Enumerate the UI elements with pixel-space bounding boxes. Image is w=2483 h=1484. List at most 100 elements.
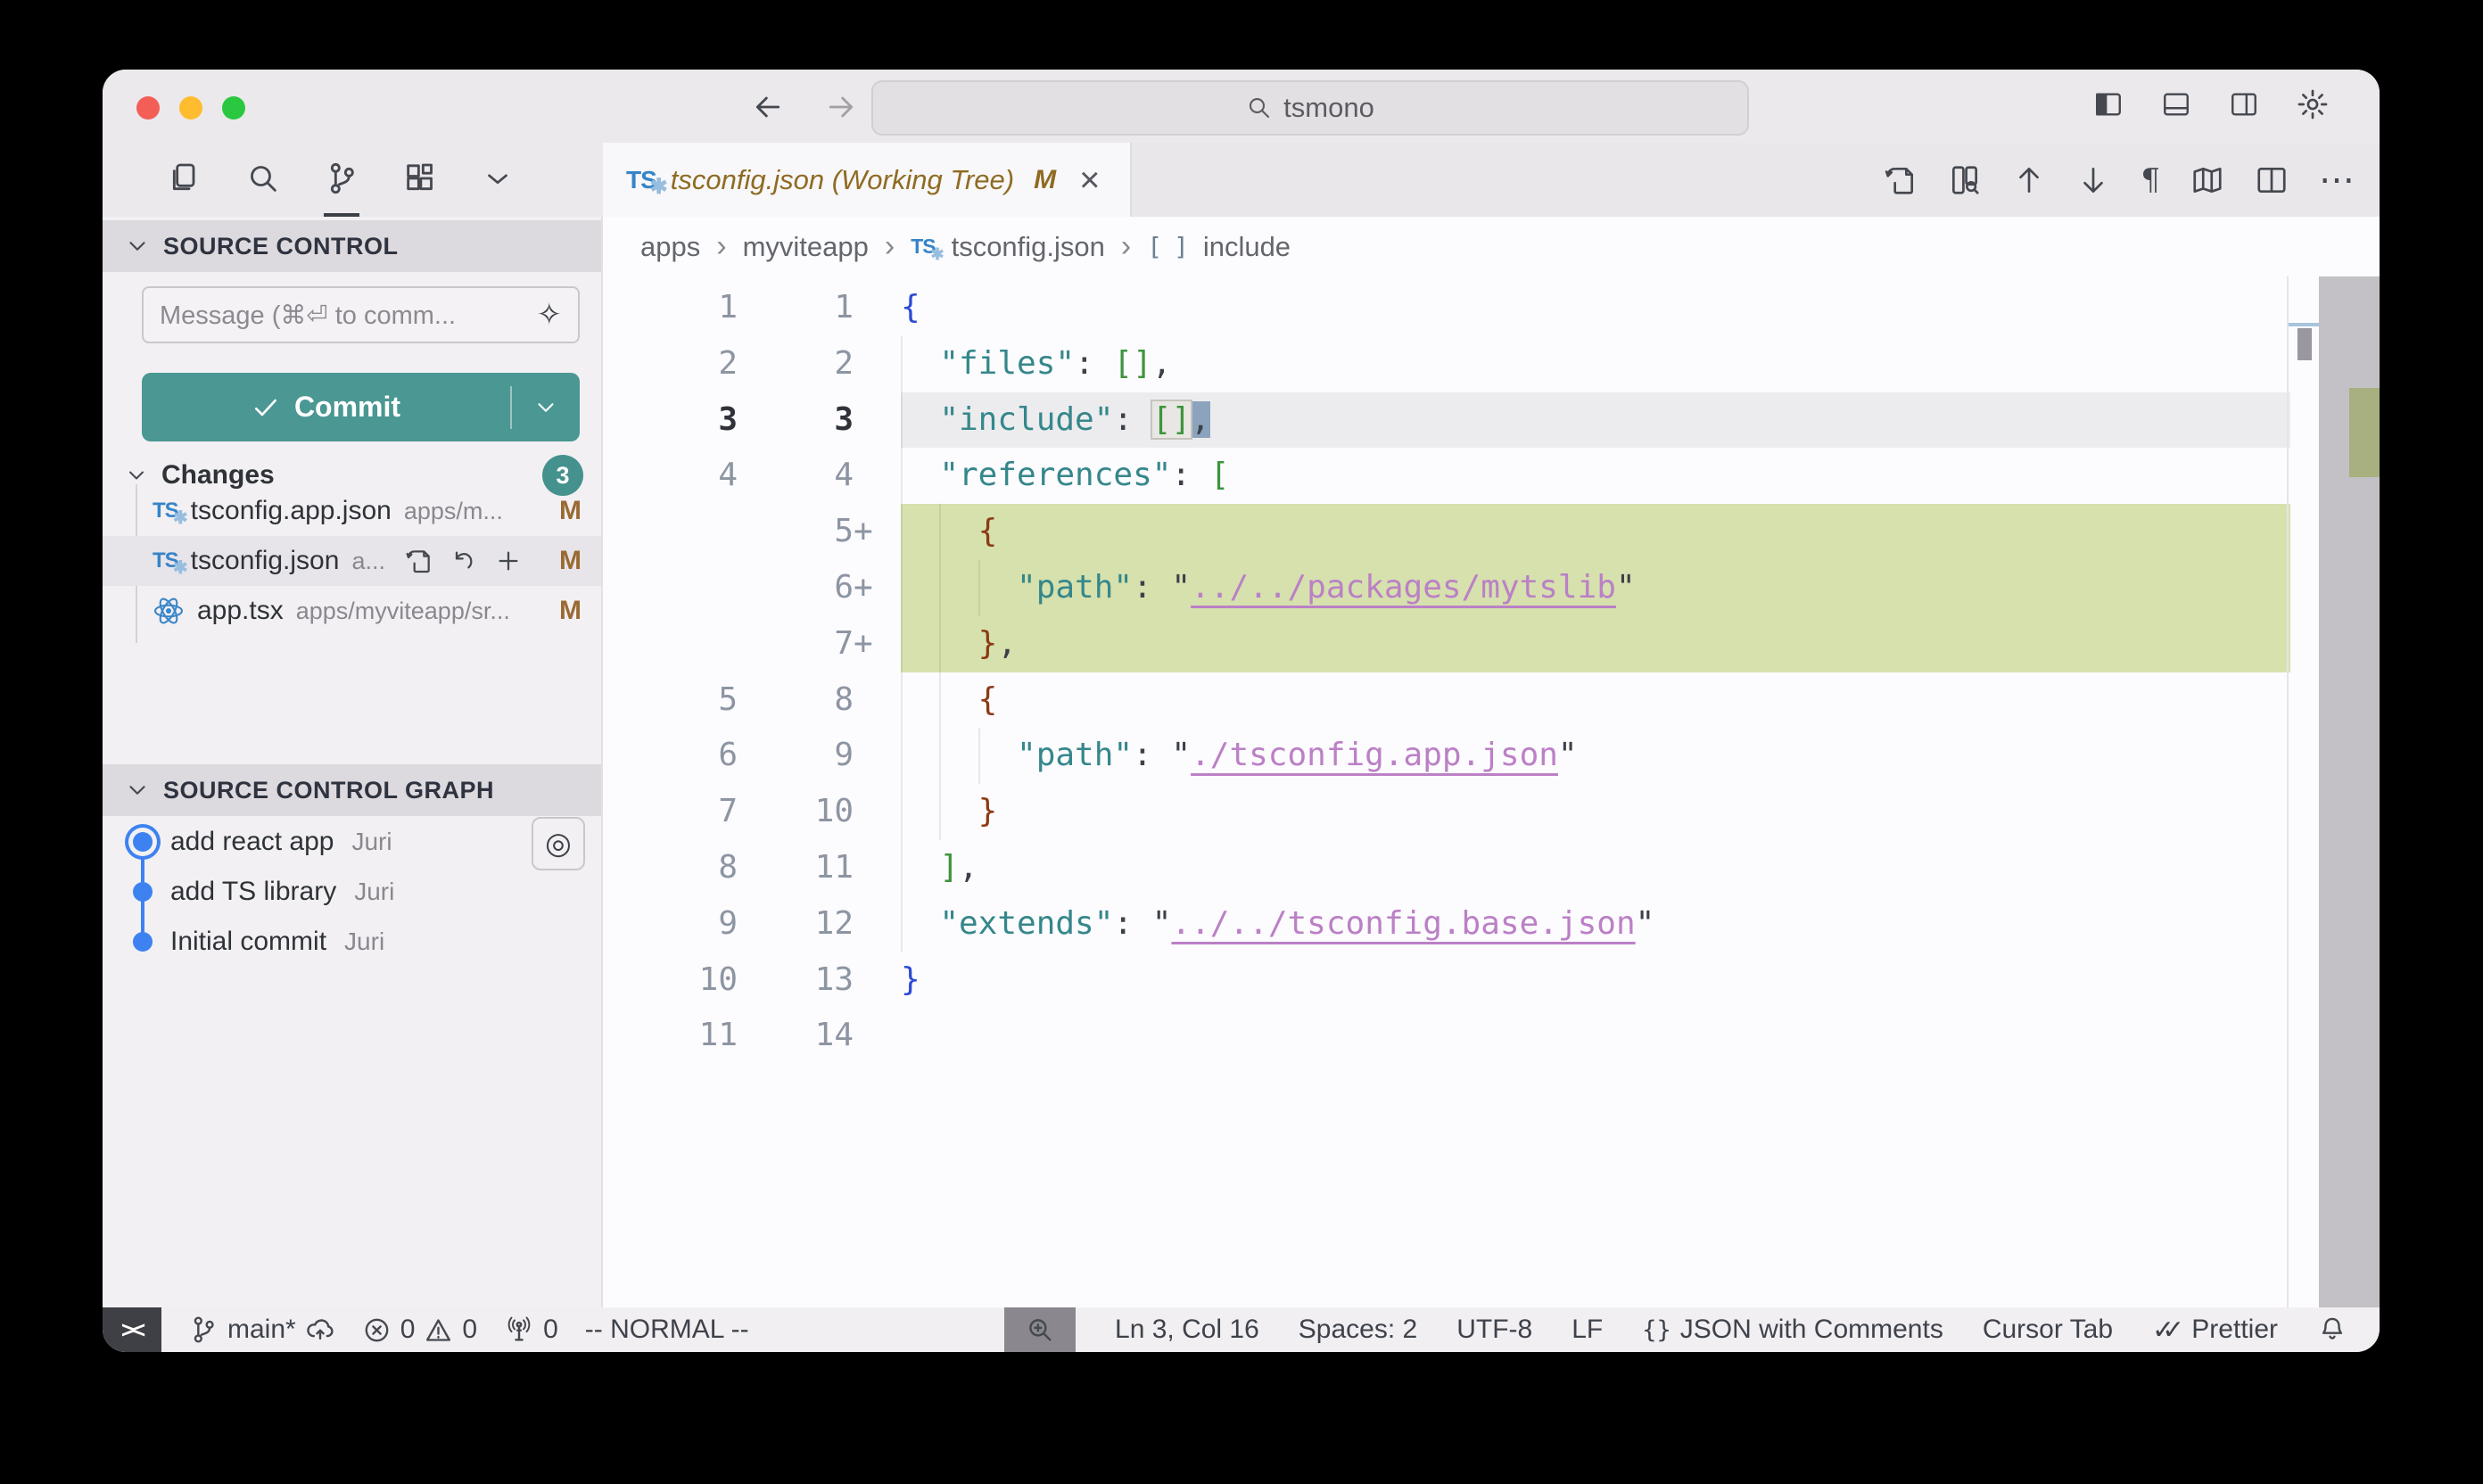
maximize-window-button[interactable] — [222, 96, 245, 120]
chevron-down-icon — [481, 161, 515, 195]
changed-file-tsconfig[interactable]: TS✱ tsconfig.json a... M — [103, 536, 601, 586]
code-line[interactable]: 6+"path": "../../packages/mytslib" — [603, 560, 2380, 616]
code-line[interactable]: 811], — [603, 840, 2380, 896]
code-line-content — [901, 1008, 2290, 1064]
split-editor-icon[interactable] — [2255, 163, 2289, 197]
indentation-item[interactable]: Spaces: 2 — [1299, 1315, 1417, 1345]
notifications-bell-icon[interactable] — [2317, 1315, 2347, 1345]
toggle-panel-icon[interactable] — [2160, 89, 2192, 120]
activity-source-control[interactable] — [324, 143, 359, 217]
code-line[interactable]: 58{ — [603, 672, 2380, 729]
cursor-position-item[interactable]: Ln 3, Col 16 — [1115, 1315, 1259, 1345]
close-window-button[interactable] — [136, 96, 160, 120]
ports-status-item[interactable]: 0 — [504, 1315, 558, 1345]
toggle-secondary-sidebar-icon[interactable] — [2228, 89, 2260, 120]
code-token: } — [978, 793, 998, 829]
code-line-content: ], — [901, 840, 2290, 896]
code-line[interactable]: 33"include": [], — [603, 392, 2380, 449]
check-icon — [252, 393, 280, 422]
eol: LF — [1571, 1315, 1603, 1345]
breadcrumb-apps[interactable]: apps — [640, 231, 700, 263]
code-line[interactable]: 5+{ — [603, 504, 2380, 560]
zoom-status-item[interactable] — [1004, 1307, 1076, 1352]
added-line-plus — [854, 1008, 875, 1064]
stage-changes-icon[interactable] — [494, 547, 523, 575]
next-change-icon[interactable] — [2076, 163, 2110, 197]
activity-and-tab-row: TS✱ tsconfig.json (Working Tree) M × ¶ — [103, 143, 2380, 217]
forward-arrow-icon[interactable] — [822, 89, 860, 125]
activity-extensions[interactable] — [402, 143, 438, 217]
breadcrumb-tsconfig[interactable]: tsconfig.json — [952, 231, 1105, 263]
editor-scrollbar[interactable] — [2319, 276, 2380, 1307]
code-line[interactable]: 1013} — [603, 952, 2380, 1009]
commit-button[interactable]: Commit — [142, 373, 580, 441]
changed-file-app-tsx[interactable]: app.tsx apps/myviteapp/sr... M — [103, 586, 601, 636]
changed-file-tsconfig-app[interactable]: TS✱ tsconfig.app.json apps/m... M — [103, 486, 601, 536]
search-icon — [245, 161, 281, 196]
encoding-item[interactable]: UTF-8 — [1456, 1315, 1532, 1345]
activity-search[interactable] — [245, 143, 281, 217]
commit-row-add-react-app[interactable]: add react app Juri — [103, 817, 601, 867]
render-whitespace-icon[interactable]: ¶ — [2141, 162, 2160, 198]
minimize-window-button[interactable] — [179, 96, 202, 120]
source-control-graph-title: SOURCE CONTROL GRAPH — [163, 777, 494, 804]
map-icon[interactable] — [2190, 163, 2224, 197]
vim-mode-indicator[interactable]: -- NORMAL -- — [585, 1315, 749, 1345]
code-viewport: 11{22"files": [],33"include": [],44"refe… — [603, 276, 2380, 1307]
overview-cursor-line-marker — [2289, 323, 2319, 326]
goto-current-history-item-button[interactable]: ◎ — [532, 817, 585, 870]
tab-tsconfig-working-tree[interactable]: TS✱ tsconfig.json (Working Tree) M × — [603, 143, 1132, 217]
vscode-window: tsmono — [103, 70, 2380, 1352]
code-line[interactable]: 11{ — [603, 280, 2380, 336]
code-line[interactable]: 912"extends": "../../tsconfig.base.json" — [603, 896, 2380, 952]
code-line[interactable]: 69"path": "./tsconfig.app.json" — [603, 728, 2380, 784]
open-file-icon[interactable] — [405, 547, 433, 575]
code-line[interactable]: 22"files": [], — [603, 336, 2380, 392]
indent-guide — [901, 560, 903, 616]
sparkle-ai-icon[interactable]: ✧ — [537, 297, 563, 333]
close-tab-icon[interactable]: × — [1079, 162, 1100, 198]
toggle-primary-sidebar-icon[interactable] — [2092, 89, 2124, 120]
code-token: [ — [1210, 457, 1230, 493]
cursor-position: Ln 3, Col 16 — [1115, 1315, 1259, 1345]
tab-bar: TS✱ tsconfig.json (Working Tree) M × ¶ — [603, 143, 2380, 217]
back-arrow-icon[interactable] — [749, 89, 787, 125]
breadcrumb-include[interactable]: include — [1203, 231, 1291, 263]
settings-gear-icon[interactable] — [2296, 87, 2330, 121]
commit-dropdown-button[interactable] — [512, 394, 580, 421]
breadcrumbs[interactable]: apps › myviteapp › TS✱ tsconfig.json › [… — [603, 217, 2380, 276]
language-mode-item[interactable]: {} JSON with Comments — [1642, 1315, 1943, 1345]
code-line[interactable]: 710} — [603, 784, 2380, 840]
commit-row-add-ts-library[interactable]: add TS library Juri — [103, 867, 601, 917]
open-file-icon[interactable] — [1884, 163, 1918, 197]
formatter-item[interactable]: ✓✓ Prettier — [2152, 1315, 2278, 1346]
code-line[interactable]: 1114 — [603, 1008, 2380, 1064]
indent-guide — [901, 336, 903, 392]
activity-explorer[interactable] — [167, 143, 202, 217]
commit-row-initial-commit[interactable]: Initial commit Juri — [103, 917, 601, 967]
more-actions-icon[interactable]: ⋯ — [2319, 160, 2356, 201]
problems-status-item[interactable]: 0 0 — [362, 1315, 477, 1345]
status-bar: >< main* 0 0 0 -- NORMAL -- — [103, 1307, 2380, 1352]
remote-indicator[interactable]: >< — [103, 1307, 161, 1352]
code-line[interactable]: 44"references": [ — [603, 448, 2380, 504]
source-control-section-header[interactable]: SOURCE CONTROL — [103, 220, 601, 272]
search-value: tsmono — [1283, 92, 1374, 124]
code-line[interactable]: 7+}, — [603, 616, 2380, 672]
commit-message-input[interactable]: Message (⌘⏎ to comm... ✧ — [142, 286, 580, 343]
activity-more[interactable] — [481, 143, 515, 217]
code-token: } — [978, 625, 998, 662]
cursor-tab-item[interactable]: Cursor Tab — [1983, 1315, 2113, 1345]
command-center-search[interactable]: tsmono — [871, 80, 1749, 136]
overview-added-lines-marker — [2349, 388, 2380, 477]
discard-changes-icon[interactable] — [450, 547, 478, 575]
files-icon — [167, 161, 202, 196]
branch-status-item[interactable]: main* — [188, 1315, 335, 1345]
previous-change-icon[interactable] — [2012, 163, 2046, 197]
eol-item[interactable]: LF — [1571, 1315, 1603, 1345]
indent-guide — [901, 392, 903, 449]
source-control-graph-header[interactable]: SOURCE CONTROL GRAPH — [103, 764, 601, 816]
inline-diff-toggle-icon[interactable] — [1948, 163, 1982, 197]
breadcrumb-myviteapp[interactable]: myviteapp — [743, 231, 869, 263]
modified-line-number: 7 — [738, 616, 854, 672]
